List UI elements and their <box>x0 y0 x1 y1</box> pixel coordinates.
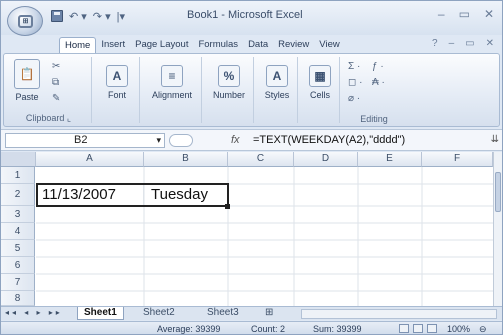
fill-icon[interactable]: ◻ · <box>348 77 362 88</box>
cells-button[interactable]: ▦ Cells <box>304 65 336 101</box>
font-group: A Font <box>94 57 140 123</box>
tab-view[interactable]: View <box>314 37 344 53</box>
office-logo-icon: ⊞ <box>18 15 33 28</box>
sort-filter-icon[interactable]: ƒ · <box>372 61 384 72</box>
clipboard-label: Clipboard ⌞ <box>6 113 91 124</box>
title-bar: ⊞ ↶ ▾ ↷ ▾ |▾ Book1 - Microsoft Excel – ▭… <box>1 1 502 36</box>
zoom-out-icon[interactable]: ⊖ <box>479 324 487 334</box>
editing-label: Editing <box>360 114 388 124</box>
save-icon[interactable] <box>51 10 63 22</box>
alignment-label: Alignment <box>151 90 193 100</box>
status-average: Average: 39399 <box>157 324 221 334</box>
find-select-icon[interactable]: ₳ · <box>372 77 385 88</box>
cells-group: ▦ Cells <box>300 57 340 123</box>
worksheet-grid: A B C D E F 1 2 3 4 5 6 7 8 11/13/2007 T… <box>1 152 493 306</box>
paste-label: Paste <box>15 92 39 102</box>
window-title: Book1 - Microsoft Excel <box>187 9 303 21</box>
name-box[interactable]: B2 ▾ <box>5 133 165 148</box>
ribbon-window-controls: ? – ▭ ✕ <box>432 38 494 49</box>
excel-window: ⊞ ↶ ▾ ↷ ▾ |▾ Book1 - Microsoft Excel – ▭… <box>0 0 503 335</box>
page-layout-view-icon[interactable] <box>413 324 423 333</box>
font-icon: A <box>106 65 128 87</box>
gridlines <box>36 167 493 306</box>
tab-review[interactable]: Review <box>273 37 314 53</box>
formula-input[interactable]: =TEXT(WEEKDAY(A2),"dddd") <box>253 134 405 146</box>
expand-formula-bar-icon[interactable]: ⇊ <box>491 134 499 145</box>
cut-icon[interactable]: ✂ <box>52 61 60 72</box>
status-bar: Average: 39399 Count: 2 Sum: 39399 100% … <box>1 321 502 334</box>
alignment-group: ≡ Alignment <box>142 57 202 123</box>
status-count: Count: 2 <box>251 324 286 334</box>
ribbon-close-icon[interactable]: ✕ <box>486 38 494 49</box>
chevron-down-icon[interactable]: ▾ <box>156 134 161 147</box>
styles-label: Styles <box>264 90 290 100</box>
minimize-icon[interactable]: – <box>438 7 445 21</box>
clipboard-group: 📋 Paste ✂ ⧉ ✎ Clipboard ⌞ <box>6 57 92 123</box>
tab-formulas[interactable]: Formulas <box>193 37 243 53</box>
percent-icon: % <box>218 65 240 87</box>
copy-icon[interactable]: ⧉ <box>52 77 59 88</box>
sheet-tab-sheet1[interactable]: Sheet1 <box>77 307 124 320</box>
vertical-scroll-thumb[interactable] <box>495 172 501 212</box>
autosum-icon[interactable]: Σ · <box>348 61 360 72</box>
sheet-tab-sheet2[interactable]: Sheet2 <box>137 307 181 320</box>
vertical-scrollbar[interactable] <box>493 152 502 306</box>
styles-icon: A <box>266 65 288 87</box>
formula-bar: B2 ▾ fx =TEXT(WEEKDAY(A2),"dddd") ⇊ <box>1 129 502 151</box>
number-group: % Number <box>204 57 254 123</box>
tab-home[interactable]: Home <box>59 37 97 53</box>
tab-insert[interactable]: Insert <box>96 37 130 53</box>
cells-icon: ▦ <box>309 65 331 87</box>
clear-icon[interactable]: ⌀ · <box>348 93 360 104</box>
quick-access-toolbar: ↶ ▾ ↷ ▾ |▾ <box>51 8 125 24</box>
styles-group: A Styles <box>256 57 298 123</box>
clipboard-label-text: Clipboard <box>25 113 65 123</box>
number-button[interactable]: % Number <box>208 65 250 101</box>
page-break-view-icon[interactable] <box>427 324 437 333</box>
font-button[interactable]: A Font <box>102 65 132 101</box>
insert-function-icon[interactable]: fx <box>231 134 240 146</box>
cells-label: Cells <box>309 90 330 100</box>
paste-icon: 📋 <box>14 59 40 89</box>
font-label: Font <box>107 90 126 100</box>
redo-icon[interactable]: ↷ ▾ <box>93 10 111 23</box>
ribbon-restore-icon[interactable]: ▭ <box>465 38 474 49</box>
fill-handle[interactable] <box>225 204 230 209</box>
paste-button[interactable]: 📋 Paste <box>10 59 44 103</box>
insert-sheet-icon[interactable]: ⊞ <box>259 307 279 320</box>
status-sum: Sum: 39399 <box>313 324 362 334</box>
window-controls: – ▭ ✕ <box>438 7 494 21</box>
customize-icon[interactable]: |▾ <box>117 10 125 23</box>
alignment-icon: ≡ <box>161 65 183 87</box>
sheet-nav-buttons[interactable]: ◂◂ ◂ ▸ ▸▸ <box>5 308 63 317</box>
normal-view-icon[interactable] <box>399 324 409 333</box>
styles-button[interactable]: A Styles <box>260 65 294 101</box>
zoom-level[interactable]: 100% <box>447 324 470 334</box>
format-painter-icon[interactable]: ✎ <box>52 93 60 104</box>
sheet-tab-sheet3[interactable]: Sheet3 <box>201 307 245 320</box>
ribbon: 📋 Paste ✂ ⧉ ✎ Clipboard ⌞ A Font ≡ Align… <box>3 53 500 127</box>
tab-page-layout[interactable]: Page Layout <box>130 37 193 53</box>
tab-data[interactable]: Data <box>243 37 273 53</box>
undo-icon[interactable]: ↶ ▾ <box>69 10 87 23</box>
editing-group: Σ · ƒ · ◻ · ₳ · ⌀ · Editing <box>342 57 406 124</box>
ribbon-minimize-icon[interactable]: – <box>449 38 455 49</box>
formula-bar-slider[interactable] <box>169 134 193 147</box>
alignment-button[interactable]: ≡ Alignment <box>146 65 198 101</box>
ribbon-tabs: Home Insert Page Layout Formulas Data Re… <box>59 37 345 53</box>
close-icon[interactable]: ✕ <box>484 7 494 21</box>
office-button[interactable]: ⊞ <box>7 6 43 36</box>
selection-outline <box>36 183 229 207</box>
maximize-icon[interactable]: ▭ <box>459 7 470 21</box>
sheet-tab-bar: ◂◂ ◂ ▸ ▸▸ Sheet1 Sheet2 Sheet3 ⊞ <box>1 306 502 320</box>
number-label: Number <box>212 90 245 100</box>
name-box-value: B2 <box>74 134 88 146</box>
horizontal-scrollbar[interactable] <box>301 309 497 319</box>
help-icon[interactable]: ? <box>432 38 438 49</box>
dialog-launcher-icon[interactable]: ⌞ <box>67 113 71 123</box>
